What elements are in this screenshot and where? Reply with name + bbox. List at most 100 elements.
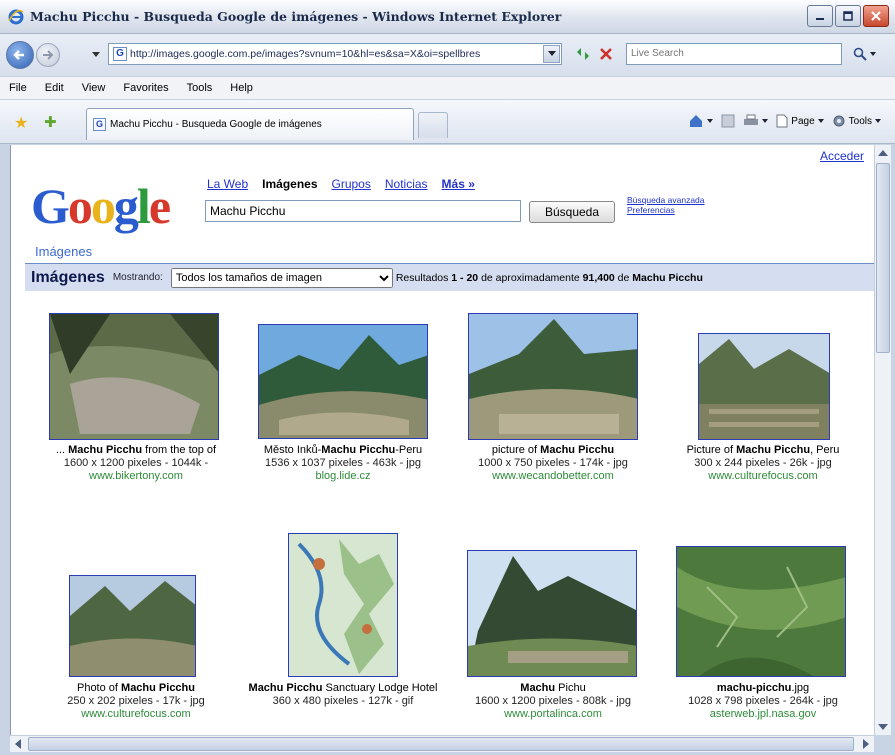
- result-title[interactable]: picture of Machu Picchu: [448, 444, 658, 457]
- google-images-logo[interactable]: Google Imágenes: [31, 181, 201, 259]
- result-thumbnail[interactable]: [49, 313, 219, 440]
- result-title[interactable]: Machu Picchu Sanctuary Lodge Hotel: [238, 682, 448, 695]
- results-heading: Imágenes: [31, 268, 105, 286]
- nav-news-link[interactable]: Noticias: [385, 177, 428, 191]
- vertical-scrollbar[interactable]: [874, 145, 891, 735]
- result-site[interactable]: www.culturefocus.com: [31, 708, 241, 721]
- tools-menu-button[interactable]: Tools: [832, 114, 881, 128]
- search-submit-button[interactable]: Búsqueda: [529, 201, 615, 223]
- menu-view[interactable]: View: [73, 82, 115, 94]
- nav-images-current: Imágenes: [262, 177, 318, 191]
- menu-favorites[interactable]: Favorites: [114, 82, 177, 94]
- refresh-icon[interactable]: [574, 46, 592, 62]
- result-site[interactable]: www.culturefocus.com: [658, 470, 868, 483]
- machu-picchu-view-image: [469, 314, 637, 439]
- horizontal-scroll-thumb[interactable]: [28, 737, 854, 751]
- window-title: Machu Picchu - Busqueda Google de imágen…: [30, 9, 562, 24]
- image-size-select[interactable]: Todos los tamaños de imagen: [170, 267, 393, 288]
- home-button[interactable]: [688, 114, 714, 128]
- result-meta: 360 x 480 pixeles - 127k - gif: [272, 695, 414, 707]
- maximize-button[interactable]: [835, 5, 861, 27]
- result-thumbnail[interactable]: [698, 333, 830, 440]
- menu-edit[interactable]: Edit: [36, 82, 73, 94]
- result-thumbnail[interactable]: [258, 324, 428, 439]
- forward-button[interactable]: [36, 43, 60, 67]
- results-bar: Imágenes Mostrando: Todos los tamaños de…: [25, 263, 874, 291]
- internet-explorer-icon: [8, 9, 24, 25]
- page-viewport: Acceder Google Imágenes La Web Imágenes …: [10, 145, 874, 735]
- results-de: de: [614, 271, 633, 284]
- results-summary: Resultados 1 - 20 de aproximadamente 91,…: [396, 272, 703, 284]
- back-button[interactable]: [6, 41, 34, 69]
- print-button[interactable]: [743, 114, 769, 128]
- menu-file[interactable]: File: [0, 82, 36, 94]
- recent-pages-dropdown[interactable]: [92, 52, 100, 57]
- nav-groups-link[interactable]: Grupos: [332, 177, 371, 191]
- scroll-right-icon[interactable]: [863, 739, 869, 749]
- stop-icon[interactable]: [598, 46, 614, 62]
- advanced-search-link[interactable]: Búsqueda avanzada: [627, 195, 705, 205]
- live-search-input[interactable]: [627, 44, 827, 63]
- scroll-up-icon[interactable]: [878, 150, 888, 156]
- result-site[interactable]: www.bikertony.com: [31, 470, 241, 483]
- result-title[interactable]: Město Inků-Machu Picchu-Peru: [238, 444, 448, 457]
- result-meta: 1536 x 1037 pixeles - 463k - jpg: [265, 457, 421, 469]
- result-title[interactable]: Machu Pichu: [448, 682, 658, 695]
- scroll-down-icon[interactable]: [878, 724, 888, 730]
- preferences-link[interactable]: Preferencias: [627, 205, 705, 215]
- chevron-down-icon: [869, 52, 876, 56]
- result-site[interactable]: www.wecandobetter.com: [448, 470, 658, 483]
- result-title[interactable]: ... Machu Picchu from the top of: [31, 444, 241, 457]
- result-title[interactable]: Picture of Machu Picchu, Peru: [658, 444, 868, 457]
- minimize-icon: [816, 18, 824, 20]
- close-window-button[interactable]: [863, 5, 889, 27]
- vertical-scroll-thumb[interactable]: [876, 163, 890, 353]
- machu-picchu-photo-image: [70, 576, 195, 676]
- address-dropdown-button[interactable]: [543, 45, 560, 63]
- window-titlebar[interactable]: Machu Picchu - Busqueda Google de imágen…: [0, 0, 895, 34]
- chevron-down-icon: [817, 119, 824, 123]
- address-box[interactable]: G: [108, 43, 562, 65]
- add-to-favorites-icon[interactable]: ✚: [44, 113, 57, 131]
- illustrated-map-image: [289, 534, 397, 676]
- horizontal-scrollbar[interactable]: [10, 735, 874, 752]
- live-search-box[interactable]: [626, 43, 842, 65]
- result-thumbnail[interactable]: [676, 546, 846, 677]
- results-query: Machu Picchu: [632, 271, 703, 284]
- results-approx: de aproximadamente: [478, 271, 583, 284]
- new-tab-button[interactable]: [418, 112, 448, 138]
- advanced-links: Búsqueda avanzada Preferencias: [627, 195, 705, 215]
- feeds-button[interactable]: [721, 114, 735, 128]
- results-range: 1 - 20: [451, 271, 479, 284]
- page-menu-button[interactable]: Page: [776, 114, 824, 128]
- result-site[interactable]: blog.lide.cz: [238, 470, 448, 483]
- result-title[interactable]: Photo of Machu Picchu: [31, 682, 241, 695]
- chevron-down-icon: [762, 119, 769, 123]
- menu-tools[interactable]: Tools: [178, 82, 222, 94]
- result-site[interactable]: www.portalinca.com: [448, 708, 658, 721]
- ruins-aerial-image: [50, 314, 218, 439]
- search-button[interactable]: [850, 44, 878, 64]
- menu-help[interactable]: Help: [221, 82, 262, 94]
- address-input[interactable]: [130, 48, 550, 60]
- tab-machu-picchu[interactable]: G Machu Picchu - Busqueda Google de imág…: [86, 108, 414, 140]
- nav-web-link[interactable]: La Web: [207, 177, 248, 191]
- scroll-left-icon[interactable]: [15, 739, 21, 749]
- maximize-icon: [843, 11, 853, 21]
- result-thumbnail[interactable]: [288, 533, 398, 677]
- nav-more-link[interactable]: Más »: [442, 177, 475, 191]
- result-thumbnail[interactable]: [467, 550, 637, 677]
- search-nav: La Web Imágenes Grupos Noticias Más »: [207, 177, 475, 191]
- result-thumbnail[interactable]: [468, 313, 638, 440]
- printer-icon: [744, 114, 759, 125]
- result-title[interactable]: machu-picchu.jpg: [658, 682, 868, 695]
- result-site[interactable]: asterweb.jpl.nasa.gov: [658, 708, 868, 721]
- result-thumbnail[interactable]: [69, 575, 196, 677]
- result-meta: 1028 x 798 pixeles - 264k - jpg: [688, 695, 838, 707]
- minimize-button[interactable]: [807, 5, 833, 27]
- favorites-center-icon[interactable]: ★: [14, 113, 28, 133]
- close-icon: [871, 11, 881, 21]
- home-icon: [690, 115, 703, 127]
- search-input[interactable]: [205, 200, 521, 222]
- sign-in-link[interactable]: Acceder: [820, 149, 864, 163]
